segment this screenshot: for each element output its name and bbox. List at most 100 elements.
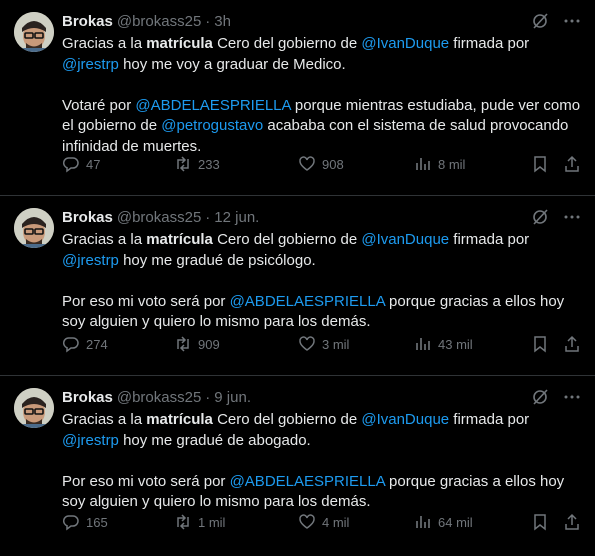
more-icon[interactable] bbox=[563, 12, 581, 30]
tweet[interactable]: Brokas @brokass25 · 12 jun. Gracias a la… bbox=[0, 196, 595, 376]
mention-link[interactable]: @jrestrp bbox=[62, 432, 119, 449]
like-button[interactable]: 3 mil bbox=[298, 335, 349, 353]
bold-text: matrícula bbox=[146, 35, 213, 52]
mention-link[interactable]: @jrestrp bbox=[62, 56, 119, 73]
mention-link[interactable]: @IvanDuque bbox=[361, 411, 449, 428]
text-segment: Votaré por bbox=[62, 96, 136, 114]
text-segment: firmada por bbox=[449, 35, 530, 52]
share-icon bbox=[565, 335, 579, 352]
tweet-header: Brokas @brokass25 · 12 jun. bbox=[62, 206, 581, 228]
text-segment: firmada por bbox=[449, 231, 530, 248]
bold-text: matrícula bbox=[146, 411, 213, 428]
views-icon bbox=[416, 516, 430, 528]
view-count: 43 mil bbox=[438, 336, 473, 352]
avatar[interactable] bbox=[14, 388, 54, 428]
tweet-content: Brokas @brokass25 · 12 jun. Gracias a la… bbox=[62, 206, 581, 333]
share-button[interactable] bbox=[563, 155, 581, 173]
mention-link[interactable]: @IvanDuque bbox=[361, 231, 449, 248]
like-icon bbox=[299, 156, 315, 171]
like-count: 4 mil bbox=[322, 514, 350, 530]
mention-link[interactable]: @ABDELAESPRIELLA bbox=[230, 293, 385, 310]
grok-icon[interactable] bbox=[531, 208, 549, 226]
reply-count: 274 bbox=[86, 336, 108, 352]
text-segment: Cero del gobierno de bbox=[212, 35, 362, 52]
mention-link[interactable]: @ABDELAESPRIELLA bbox=[230, 473, 385, 490]
tweet-content: Brokas @brokass25 · 3h Gracias a la matr… bbox=[62, 10, 581, 157]
author-name[interactable]: Brokas bbox=[62, 209, 113, 226]
reply-count: 165 bbox=[86, 514, 108, 530]
reply-button[interactable]: 47 bbox=[62, 155, 100, 173]
bookmark-icon bbox=[534, 336, 546, 353]
avatar-image bbox=[14, 208, 54, 248]
retweet-icon bbox=[177, 336, 189, 352]
reply-button[interactable]: 165 bbox=[62, 513, 108, 531]
text-segment: Cero del gobierno de bbox=[212, 411, 362, 428]
share-button[interactable] bbox=[563, 513, 581, 531]
separator: · bbox=[205, 12, 211, 30]
separator: · bbox=[205, 388, 211, 406]
grok-icon[interactable] bbox=[531, 12, 549, 30]
retweet-count: 909 bbox=[198, 336, 220, 352]
mention-link[interactable]: @jrestrp bbox=[62, 252, 119, 269]
view-count: 8 mil bbox=[438, 156, 466, 172]
like-icon bbox=[299, 514, 315, 529]
view-count: 64 mil bbox=[438, 514, 473, 530]
mention-link[interactable]: @ABDELAESPRIELLA bbox=[135, 97, 290, 114]
avatar-image bbox=[14, 12, 54, 52]
views-icon bbox=[416, 158, 430, 170]
more-icon[interactable] bbox=[563, 388, 581, 406]
bookmark-icon bbox=[534, 156, 546, 173]
tweet[interactable]: Brokas @brokass25 · 3h Gracias a la matr… bbox=[0, 0, 595, 196]
tweet-text: Gracias a la matrícula Cero del gobierno… bbox=[62, 34, 581, 157]
author-name[interactable]: Brokas bbox=[62, 389, 113, 406]
author-handle[interactable]: @brokass25 bbox=[117, 13, 201, 30]
like-button[interactable]: 908 bbox=[298, 155, 344, 173]
bold-text: matrícula bbox=[146, 231, 213, 248]
bookmark-button[interactable] bbox=[531, 335, 549, 353]
timestamp[interactable]: 9 jun. bbox=[214, 389, 251, 406]
retweet-button[interactable]: 233 bbox=[174, 155, 220, 173]
views-icon bbox=[416, 338, 430, 350]
author-handle[interactable]: @brokass25 bbox=[117, 389, 201, 406]
text-segment: hoy me voy a graduar de Medico. bbox=[118, 55, 346, 73]
text-segment: Por eso mi voto será por bbox=[62, 292, 230, 310]
retweet-button[interactable]: 909 bbox=[174, 335, 220, 353]
tweet[interactable]: Brokas @brokass25 · 9 jun. Gracias a la … bbox=[0, 376, 595, 556]
text-segment: hoy me gradué de psicólogo. bbox=[118, 251, 316, 269]
reply-icon bbox=[62, 337, 79, 353]
reply-button[interactable]: 274 bbox=[62, 335, 108, 353]
views-button[interactable]: 8 mil bbox=[414, 155, 465, 173]
share-icon bbox=[565, 513, 579, 530]
retweet-icon bbox=[177, 156, 189, 172]
mention-link[interactable]: @IvanDuque bbox=[361, 35, 449, 52]
tweet-content: Brokas @brokass25 · 9 jun. Gracias a la … bbox=[62, 386, 581, 513]
like-count: 3 mil bbox=[322, 336, 350, 352]
text-segment: Por eso mi voto será por bbox=[62, 472, 230, 490]
share-icon bbox=[565, 155, 579, 172]
tweet-header: Brokas @brokass25 · 9 jun. bbox=[62, 386, 581, 408]
text-segment: hoy me gradué de abogado. bbox=[118, 431, 311, 449]
views-button[interactable]: 43 mil bbox=[414, 335, 473, 353]
like-button[interactable]: 4 mil bbox=[298, 513, 349, 531]
more-icon[interactable] bbox=[563, 208, 581, 226]
text-segment: Gracias a la bbox=[62, 411, 147, 428]
author-name[interactable]: Brokas bbox=[62, 13, 113, 30]
reply-count: 47 bbox=[86, 156, 101, 172]
reply-icon bbox=[62, 515, 79, 531]
retweet-button[interactable]: 1 mil bbox=[174, 513, 225, 531]
grok-icon[interactable] bbox=[531, 388, 549, 406]
like-icon bbox=[299, 336, 315, 351]
avatar[interactable] bbox=[14, 208, 54, 248]
share-button[interactable] bbox=[563, 335, 581, 353]
tweet-text: Gracias a la matrícula Cero del gobierno… bbox=[62, 410, 581, 513]
timestamp[interactable]: 3h bbox=[214, 13, 231, 30]
avatar[interactable] bbox=[14, 12, 54, 52]
timestamp[interactable]: 12 jun. bbox=[214, 209, 259, 226]
reply-icon bbox=[62, 157, 79, 173]
bookmark-button[interactable] bbox=[531, 155, 549, 173]
tweet-header: Brokas @brokass25 · 3h bbox=[62, 10, 581, 32]
bookmark-button[interactable] bbox=[531, 513, 549, 531]
views-button[interactable]: 64 mil bbox=[414, 513, 473, 531]
mention-link[interactable]: @petrogustavo bbox=[161, 117, 263, 134]
author-handle[interactable]: @brokass25 bbox=[117, 209, 201, 226]
